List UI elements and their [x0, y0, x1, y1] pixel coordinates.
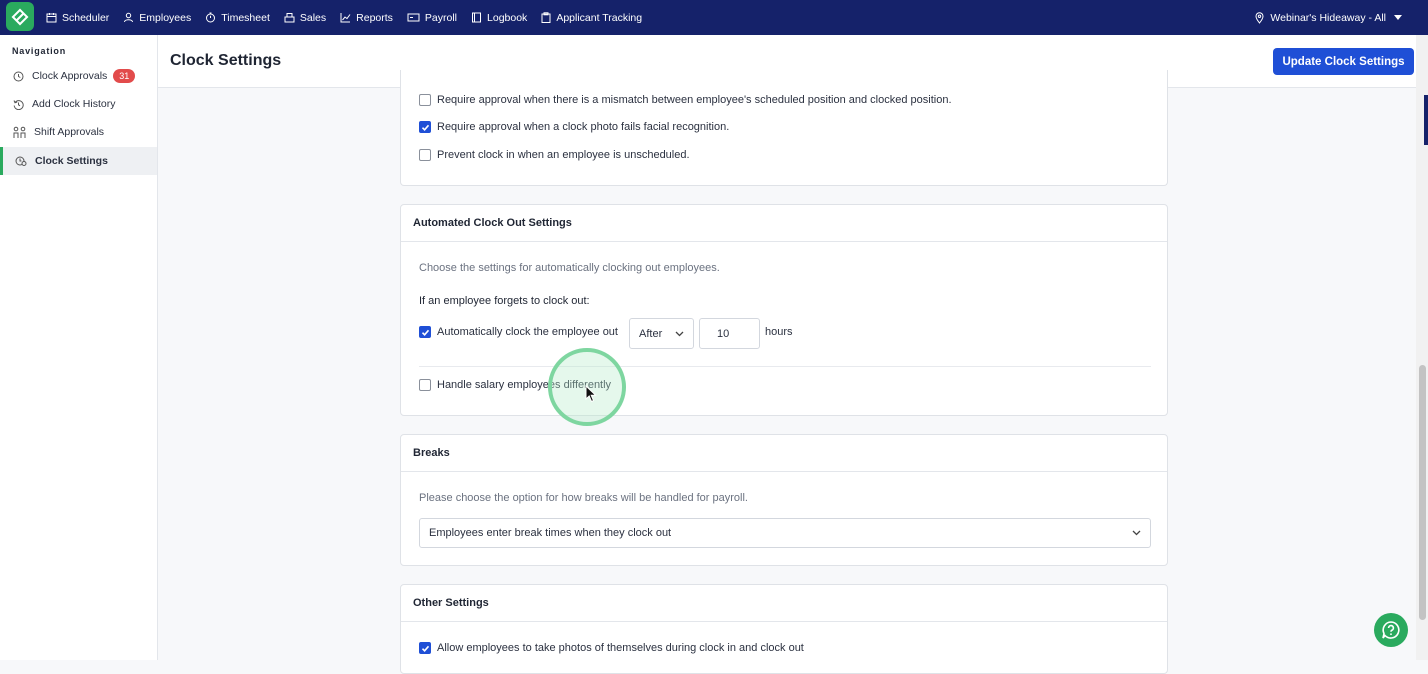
facial-recognition-label: Require approval when a clock photo fail…: [437, 121, 730, 133]
checkmark-icon: [421, 124, 429, 131]
auto-clock-out-card: Automated Clock Out Settings Choose the …: [400, 204, 1168, 416]
nav-timesheet[interactable]: Timesheet: [205, 12, 270, 24]
forget-prompt: If an employee forgets to clock out:: [419, 295, 590, 307]
salary-checkbox[interactable]: [419, 379, 431, 391]
app-logo[interactable]: [6, 2, 34, 31]
checkmark-icon: [421, 645, 429, 652]
sidebar-item-label: Shift Approvals: [34, 126, 105, 138]
clock-settings-icon: [15, 156, 27, 166]
photos-checkbox[interactable]: [419, 642, 431, 654]
people-swap-icon: [13, 126, 26, 138]
calendar-icon: [46, 13, 57, 23]
sidebar-item-clock-settings[interactable]: Clock Settings: [0, 147, 157, 175]
mismatch-approval-row[interactable]: Require approval when there is a mismatc…: [419, 94, 952, 106]
facial-recognition-approval-row[interactable]: Require approval when a clock photo fail…: [419, 121, 729, 133]
location-selector[interactable]: Webinar's Hideaway - All: [1255, 0, 1402, 35]
auto-clock-out-row[interactable]: Automatically clock the employee out: [419, 326, 618, 338]
nav-employees-label: Employees: [139, 11, 192, 24]
chart-icon: [340, 13, 351, 23]
nav-scheduler[interactable]: Scheduler: [46, 12, 109, 24]
photos-label: Allow employees to take photos of themse…: [437, 642, 804, 654]
breaks-selected-value: Employees enter break times when they cl…: [429, 527, 672, 539]
nav-sales-label: Sales: [299, 11, 327, 24]
help-chat-icon: [1382, 621, 1400, 639]
timing-select[interactable]: After: [629, 318, 694, 349]
sidebar-item-label: Clock Settings: [35, 155, 108, 167]
salary-row[interactable]: Handle salary employees differently: [419, 379, 611, 391]
nav-payroll-label: Payroll: [424, 11, 458, 24]
auto-clock-out-title: Automated Clock Out Settings: [401, 205, 1167, 242]
hours-unit-label: hours: [765, 326, 793, 338]
salary-label: Handle salary employees differently: [437, 379, 612, 391]
section-divider: [419, 366, 1151, 367]
map-pin-icon: [1255, 11, 1264, 24]
logo-icon: [11, 8, 29, 25]
top-nav-bar: Scheduler Employees Timesheet Sales Repo…: [0, 0, 1428, 35]
chevron-down-icon: [1132, 530, 1141, 536]
prevent-unscheduled-checkbox[interactable]: [419, 149, 431, 161]
sidebar-item-shift-approvals[interactable]: Shift Approvals: [0, 118, 157, 146]
auto-clock-out-checkbox[interactable]: [419, 326, 431, 338]
hours-unit: hours: [765, 326, 793, 338]
sidebar-item-add-clock-history[interactable]: Add Clock History: [0, 90, 157, 118]
update-clock-settings-button[interactable]: Update Clock Settings: [1273, 48, 1414, 75]
nav-scheduler-label: Scheduler: [62, 11, 110, 24]
page-scrollbar[interactable]: [1416, 35, 1428, 660]
prevent-unscheduled-row[interactable]: Prevent clock in when an employee is uns…: [419, 149, 690, 161]
approval-settings-card: Require approval when there is a mismatc…: [400, 70, 1168, 186]
sidebar-item-label: Clock Approvals: [32, 70, 108, 82]
history-icon: [13, 99, 24, 110]
nav-logbook[interactable]: Logbook: [471, 12, 527, 24]
photos-row[interactable]: Allow employees to take photos of themse…: [419, 642, 804, 654]
breaks-card: Breaks Please choose the option for how …: [400, 434, 1168, 566]
main-nav: Scheduler Employees Timesheet Sales Repo…: [46, 0, 656, 35]
breaks-title: Breaks: [401, 435, 1167, 472]
nav-sales[interactable]: Sales: [284, 12, 326, 24]
timing-value: After: [639, 327, 663, 340]
prevent-unscheduled-label: Prevent clock in when an employee is uns…: [437, 149, 690, 161]
stopwatch-icon: [206, 12, 216, 23]
nav-reports[interactable]: Reports: [340, 12, 393, 24]
hours-input[interactable]: [699, 318, 760, 349]
nav-payroll[interactable]: Payroll: [407, 12, 457, 24]
forget-prompt-label: If an employee forgets to clock out:: [419, 295, 590, 307]
nav-employees[interactable]: Employees: [123, 12, 191, 24]
auto-clock-out-description: Choose the settings for automatically cl…: [419, 262, 720, 274]
nav-logbook-label: Logbook: [487, 11, 528, 24]
breaks-description: Please choose the option for how breaks …: [419, 492, 748, 504]
sidebar: Navigation Clock Approvals 31 Add Clock …: [0, 35, 158, 660]
nav-applicant-tracking[interactable]: Applicant Tracking: [541, 12, 642, 24]
checkmark-icon: [421, 329, 429, 336]
approvals-count-badge: 31: [113, 69, 136, 83]
location-label: Webinar's Hideaway - All: [1270, 11, 1386, 24]
other-settings-title: Other Settings: [401, 585, 1167, 622]
sidebar-item-clock-approvals[interactable]: Clock Approvals 31: [0, 62, 157, 90]
breaks-select[interactable]: Employees enter break times when they cl…: [419, 518, 1151, 548]
scrollbar-thumb[interactable]: [1419, 365, 1426, 620]
register-icon: [284, 13, 295, 23]
clipboard-icon: [541, 12, 551, 23]
sidebar-item-label: Add Clock History: [32, 98, 116, 110]
mismatch-approval-checkbox[interactable]: [419, 94, 431, 106]
chevron-down-icon: [675, 331, 684, 336]
payroll-icon: [407, 13, 420, 22]
nav-applicant-tracking-label: Applicant Tracking: [556, 11, 643, 24]
auto-clock-out-label: Automatically clock the employee out: [437, 326, 618, 338]
sidebar-heading: Navigation: [12, 46, 67, 56]
nav-reports-label: Reports: [356, 11, 393, 24]
facial-recognition-checkbox[interactable]: [419, 121, 431, 133]
chevron-down-icon: [1394, 15, 1402, 20]
other-settings-card: Other Settings Allow employees to take p…: [400, 584, 1168, 674]
scroll-marker: [1424, 95, 1428, 145]
book-icon: [472, 12, 482, 23]
nav-timesheet-label: Timesheet: [221, 11, 270, 24]
mismatch-approval-label: Require approval when there is a mismatc…: [437, 94, 952, 106]
page-title: Clock Settings: [170, 52, 282, 69]
clock-icon: [13, 71, 24, 81]
person-icon: [124, 12, 134, 23]
help-chat-button[interactable]: [1374, 613, 1408, 647]
